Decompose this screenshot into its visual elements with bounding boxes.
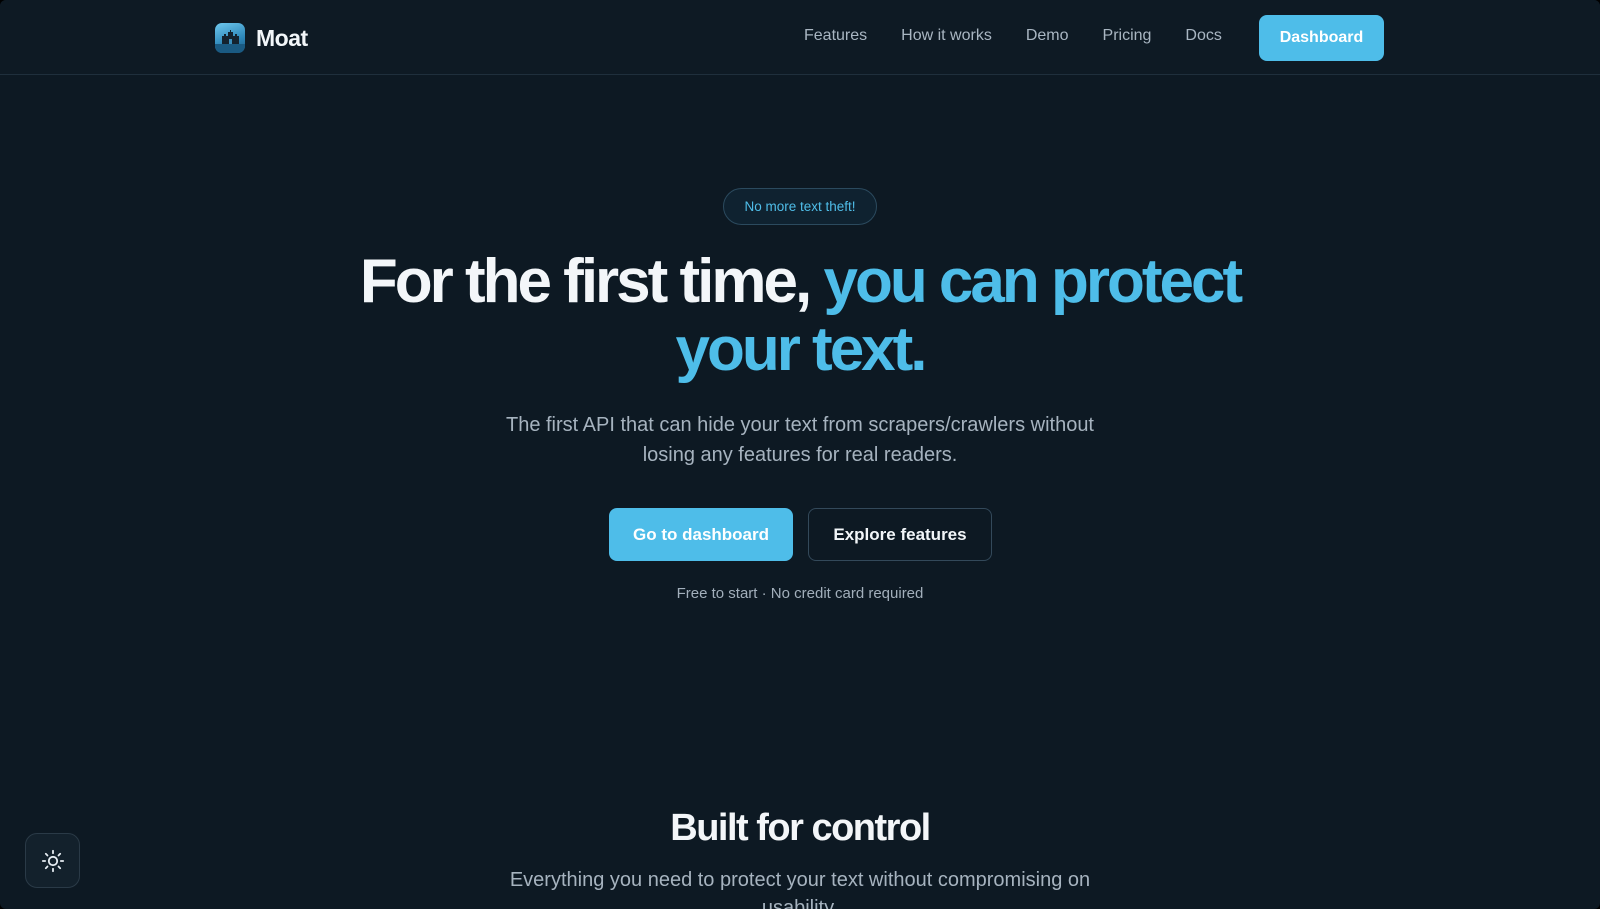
hero-fineprint: Free to start · No credit card required [676, 585, 924, 602]
nav-link-features[interactable]: Features [804, 27, 867, 45]
nav-link-demo[interactable]: Demo [1026, 27, 1069, 45]
nav-link-docs[interactable]: Docs [1185, 27, 1221, 45]
section-title: Built for control [670, 807, 931, 849]
nav-link-pricing[interactable]: Pricing [1103, 27, 1152, 45]
sun-icon [41, 849, 64, 872]
brand[interactable]: Moat [215, 22, 308, 54]
hero-badge: No more text theft! [723, 188, 877, 225]
go-to-dashboard-button[interactable]: Go to dashboard [609, 508, 793, 561]
brand-name: Moat [256, 24, 308, 51]
hero-headline: For the first time, you can protect your… [300, 248, 1300, 384]
hero-subtitle: The first API that can hide your text fr… [505, 414, 1094, 466]
nav-link-how-it-works[interactable]: How it works [901, 27, 992, 45]
top-navbar: Moat Features How it works Demo Pricing … [0, 0, 1600, 75]
explore-features-button[interactable]: Explore features [808, 508, 992, 561]
section-subtitle: Everything you need to protect your text… [509, 869, 1091, 909]
theme-toggle-button[interactable] [25, 833, 80, 888]
nav-links: Features How it works Demo Pricing Docs [804, 27, 1256, 45]
app-window: Moat Features How it works Demo Pricing … [0, 0, 1600, 909]
castle-logo-icon [215, 23, 245, 53]
headline-plain: For the first time, [359, 247, 812, 316]
nav-dashboard-button[interactable]: Dashboard [1259, 15, 1384, 61]
